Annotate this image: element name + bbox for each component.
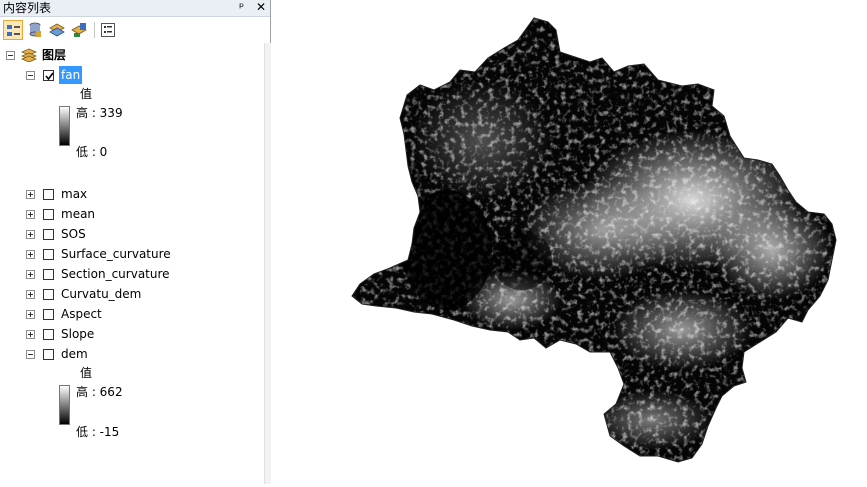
layer-row-section_curvature[interactable]: Section_curvature (26, 265, 226, 283)
map-view[interactable] (272, 0, 867, 484)
legend-heading: 值 (80, 87, 93, 101)
legend-high-label: 高 : 662 (76, 385, 123, 399)
toc-toolbar (0, 17, 270, 43)
layer-label[interactable]: Section_curvature (61, 265, 170, 283)
layer-visibility-checkbox[interactable] (43, 289, 54, 300)
layer-visibility-checkbox[interactable] (43, 209, 54, 220)
close-icon[interactable]: ✕ (256, 0, 266, 14)
legend-color-ramp (59, 385, 70, 425)
legend-color-ramp (59, 106, 70, 146)
collapse-icon[interactable] (6, 51, 15, 60)
layer-label[interactable]: Surface_curvature (61, 245, 171, 263)
layer-label[interactable]: mean (61, 205, 95, 223)
list-by-source-icon (29, 22, 41, 37)
layer-visibility-checkbox[interactable] (43, 229, 54, 240)
pin-icon[interactable]: ᵖ (239, 0, 244, 14)
legend-high-label: 高 : 339 (76, 106, 123, 120)
layer-label[interactable]: Slope (61, 325, 94, 343)
expand-icon[interactable] (26, 210, 35, 219)
list-by-drawing-order-button[interactable] (3, 20, 23, 40)
expand-icon[interactable] (26, 250, 35, 259)
raster-map (351, 17, 837, 463)
expand-icon[interactable] (26, 310, 35, 319)
layer-label-dem[interactable]: dem (61, 345, 88, 363)
expand-icon[interactable] (26, 270, 35, 279)
layer-label-fan[interactable]: fan (59, 66, 83, 84)
layers-root-label: 图层 (42, 48, 67, 62)
legend-low-label: 低 : -15 (76, 425, 120, 439)
options-button[interactable] (98, 20, 118, 40)
layer-row-fan[interactable]: fan (26, 66, 226, 84)
layer-visibility-checkbox[interactable] (43, 249, 54, 260)
list-by-source-button[interactable] (25, 20, 45, 40)
layer-row-max[interactable]: max (26, 185, 226, 203)
layer-row-sos[interactable]: SOS (26, 225, 226, 243)
list-by-selection-button[interactable] (69, 20, 89, 40)
panel-title: 内容列表 (3, 1, 52, 15)
layer-row-mean[interactable]: mean (26, 205, 226, 223)
layer-visibility-checkbox[interactable] (43, 269, 54, 280)
layer-visibility-checkbox[interactable] (43, 309, 54, 320)
expand-icon[interactable] (26, 290, 35, 299)
options-icon (101, 23, 115, 37)
layer-row-curvatu_dem[interactable]: Curvatu_dem (26, 285, 226, 303)
layer-tree: 图层 fan 值 高 : 339 低 : 0 max mean SOS Surface… (0, 43, 270, 484)
layer-row-aspect[interactable]: Aspect (26, 305, 226, 323)
layers-root-row[interactable]: 图层 (6, 46, 206, 64)
panel-title-bar: 内容列表 ᵖ ✕ (0, 0, 270, 17)
layer-visibility-checkbox[interactable] (43, 329, 54, 340)
table-of-contents-panel: 内容列表 ᵖ ✕ 图层 fan 值 高: 339 低: 0 max mean… (0, 0, 271, 484)
expand-icon[interactable] (26, 190, 35, 199)
checkmark-icon (45, 72, 54, 81)
list-by-drawing-order-icon (7, 25, 20, 36)
layer-visibility-checkbox[interactable] (43, 189, 54, 200)
toc-scrollbar[interactable] (264, 43, 271, 484)
list-by-visibility-icon (49, 23, 65, 37)
layers-icon (21, 48, 37, 62)
collapse-icon[interactable] (26, 350, 35, 359)
layer-row-dem[interactable]: dem (26, 345, 226, 363)
list-by-visibility-button[interactable] (47, 20, 67, 40)
layer-label[interactable]: Curvatu_dem (61, 285, 141, 303)
layer-visibility-checkbox[interactable] (43, 70, 54, 81)
list-by-selection-icon (71, 23, 87, 37)
expand-icon[interactable] (26, 230, 35, 239)
layer-visibility-checkbox[interactable] (43, 349, 54, 360)
collapse-icon[interactable] (26, 71, 35, 80)
toolbar-separator (94, 22, 95, 38)
layer-row-surface_curvature[interactable]: Surface_curvature (26, 245, 226, 263)
layer-row-slope[interactable]: Slope (26, 325, 226, 343)
terrain-raster (352, 18, 836, 462)
layer-label[interactable]: Aspect (61, 305, 102, 323)
expand-icon[interactable] (26, 330, 35, 339)
legend-low-label: 低 : 0 (76, 145, 108, 159)
legend-heading: 值 (80, 366, 93, 380)
layer-label[interactable]: SOS (61, 225, 86, 243)
layer-label[interactable]: max (61, 185, 87, 203)
